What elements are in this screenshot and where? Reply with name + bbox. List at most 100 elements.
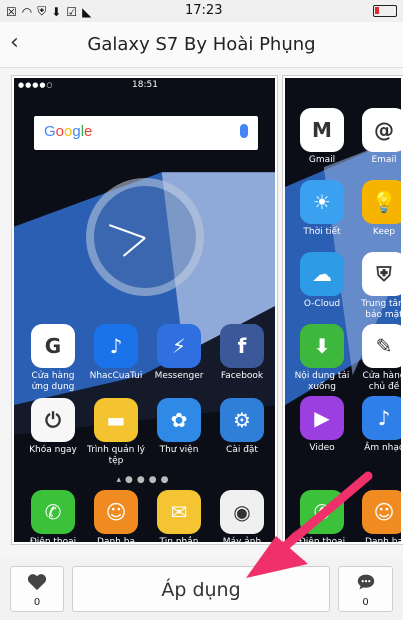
analog-clock-widget [86, 178, 204, 296]
preview-status-bar: ●●●●○ 18:51 [18, 80, 158, 90]
app-label: Nội dung tải xuống [294, 371, 350, 392]
app-nhaccuatui: ♪ NhacCuaTui [85, 324, 147, 382]
app-download: ⬇ Nội dung tải xuống [291, 324, 353, 393]
comment-bubble-icon [357, 574, 374, 590]
gallery-icon: ✿ [157, 398, 201, 442]
app-phone: ✆ Điện thoại [22, 490, 84, 544]
like-count: 0 [33, 597, 41, 608]
contacts-icon: ☺ [94, 490, 138, 534]
phone-icon: ✆ [31, 490, 75, 534]
kinemaster-icon: ◣ [82, 4, 92, 19]
app-email: @ Email [353, 108, 401, 166]
app-label: Máy ảnh [222, 537, 262, 544]
app-header: ‹ Galaxy S7 By Hoài Phụng [0, 22, 403, 68]
app-gmail: M Gmail [291, 108, 353, 166]
facebook-icon: f [220, 324, 264, 368]
messenger-icon: ⚡ [157, 324, 201, 368]
app-label: Email [371, 155, 397, 165]
comment-count: 0 [362, 597, 369, 608]
preview-screenshot-apps: M Gmail @ Email ☀ Thời tiết 💡 Keep ☁ O-Cloud ⛨ Trun… [283, 76, 403, 544]
phone-icon: ✆ [300, 490, 344, 534]
theme-brush-icon: ✎ [362, 324, 401, 368]
nhaccuatui-icon: ♪ [94, 324, 138, 368]
app-label: Thư viện [159, 445, 199, 455]
app-label: Trình quản lý tệp [87, 445, 145, 466]
app-label: Khóa ngay [29, 445, 77, 455]
app-label: Tin nhắn [159, 537, 199, 544]
app-phone: ✆ Điện thoại [291, 490, 353, 544]
app-power: ⏻ Khóa ngay [22, 398, 84, 456]
music-icon: ♪ [362, 396, 401, 440]
like-button[interactable]: 0 [10, 566, 64, 612]
galaxy-store-icon: G [31, 324, 75, 368]
shield-icon: ⛨ [37, 4, 47, 18]
app-label: Danh bạ [97, 537, 135, 544]
app-label: Danh bạ [365, 537, 403, 544]
app-security-shield: ⛨ Trung tâm bảo mật [353, 252, 403, 321]
app-facebook: f Facebook [211, 324, 273, 382]
preview-screenshot-home: ●●●●○ 18:51 Google G Cửa hàng ứng dụng ♪ Nh… [12, 76, 277, 544]
gmail-icon: M [300, 108, 344, 152]
status-icons: ☒ ◠ ⛨ ⬇ ☑ ◣ [6, 4, 91, 19]
app-label: Âm nhạc [364, 443, 403, 453]
app-label: Thời tiết [303, 227, 341, 237]
action-bar: 0 Áp dụng 0 [0, 558, 403, 620]
weather-icon: ☀ [300, 180, 344, 224]
status-time: 17:23 [185, 3, 223, 18]
app-label: Gmail [308, 155, 336, 165]
power-icon: ⏻ [31, 398, 75, 442]
apply-button[interactable]: Áp dụng [72, 566, 330, 612]
google-logo: Google [44, 123, 93, 140]
app-label: O-Cloud [303, 299, 341, 309]
app-contacts: ☺ Danh bạ [353, 490, 403, 544]
app-video-play: ▶ Video [291, 396, 353, 454]
theme-preview-carousel[interactable]: ●●●●○ 18:51 Google G Cửa hàng ứng dụng ♪ Nh… [0, 68, 403, 558]
cloud-icon: ☁ [300, 252, 344, 296]
app-label: Messenger [154, 371, 204, 381]
checkbox-icon: ☑ [66, 4, 78, 19]
app-contacts: ☺ Danh bạ [85, 490, 147, 544]
preview-time: 18:51 [132, 80, 158, 90]
battery-icon [373, 5, 397, 17]
download-icon: ⬇ [300, 324, 344, 368]
close-notification-icon: ☒ [6, 4, 17, 19]
security-shield-icon: ⛨ [362, 252, 401, 296]
app-settings-gear: ⚙ Cài đặt [211, 398, 273, 456]
app-label: NhacCuaTui [89, 371, 143, 381]
keep-icon: 💡 [362, 180, 401, 224]
app-label: Facebook [220, 371, 264, 381]
video-play-icon: ▶ [300, 396, 344, 440]
settings-gear-icon: ⚙ [220, 398, 264, 442]
app-theme-brush: ✎ Cửa hàng chủ đề [353, 324, 403, 393]
app-label: Điện thoại [29, 537, 77, 544]
app-gallery: ✿ Thư viện [148, 398, 210, 456]
app-label: Cửa hàng chủ đề [362, 371, 403, 392]
page-title: Galaxy S7 By Hoài Phụng [87, 34, 316, 55]
app-label: Video [309, 443, 335, 453]
system-status-bar: ☒ ◠ ⛨ ⬇ ☑ ◣ 17:23 [0, 0, 403, 22]
wifi-icon: ◠ [21, 4, 33, 19]
heart-icon [27, 574, 47, 591]
app-label: Cửa hàng ứng dụng [31, 371, 75, 392]
microphone-icon [240, 124, 248, 138]
app-label: Điện thoại [298, 537, 346, 544]
app-label: Cài đặt [226, 445, 258, 455]
app-folder: ▬ Trình quản lý tệp [85, 398, 147, 467]
comment-button[interactable]: 0 [338, 566, 393, 612]
google-search-widget: Google [34, 116, 258, 150]
app-music: ♪ Âm nhạc [353, 396, 403, 454]
app-cloud: ☁ O-Cloud [291, 252, 353, 310]
download-icon: ⬇ [51, 4, 62, 19]
app-messenger: ⚡ Messenger [148, 324, 210, 382]
camera-icon: ◉ [220, 490, 264, 534]
folder-icon: ▬ [94, 398, 138, 442]
app-keep: 💡 Keep [353, 180, 401, 238]
page-indicator: ▴●●●● [116, 475, 173, 485]
app-weather: ☀ Thời tiết [291, 180, 353, 238]
messages-icon: ✉ [157, 490, 201, 534]
app-camera: ◉ Máy ảnh [211, 490, 273, 544]
back-arrow-icon[interactable]: ‹ [10, 32, 30, 54]
app-label: Trung tâm bảo mật [361, 299, 403, 320]
app-messages: ✉ Tin nhắn [148, 490, 210, 544]
apply-label: Áp dụng [161, 579, 241, 601]
